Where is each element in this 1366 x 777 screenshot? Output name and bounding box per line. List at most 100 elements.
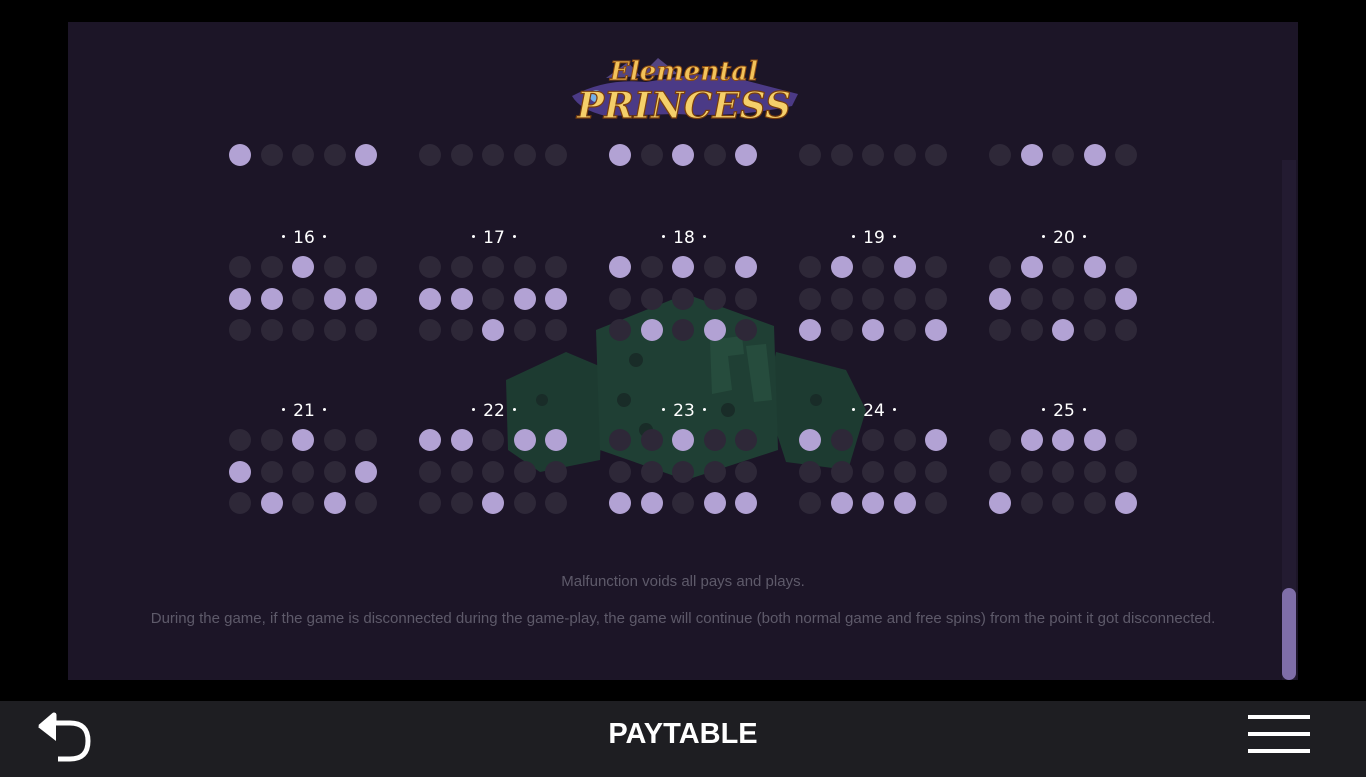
payline-dot-active [1052,319,1074,341]
payline-dot-inactive [323,144,346,166]
payline-17: 17 [419,228,569,368]
payline-dot-active [989,287,1011,310]
payline-dot-active [609,256,631,278]
payline-dot-inactive [292,319,314,341]
payline-dot-inactive [925,492,947,514]
payline-dot-inactive [893,319,916,341]
payline-dot-inactive [703,460,726,483]
payline-dot-active [260,287,283,310]
payline-dot-active [1020,144,1043,166]
payline-number-text: 21 [293,401,315,421]
payline-dot-inactive [355,429,377,451]
payline-dot-inactive [830,460,853,483]
payline-dot-inactive [260,429,283,451]
payline-dot-active [640,492,663,514]
payline-dot-inactive [1052,256,1074,278]
payline-dot-inactive [1115,144,1137,166]
payline-dot-inactive [292,492,314,514]
payline-dot-inactive [545,144,567,166]
payline-dot-inactive [862,287,884,310]
payline-dot-active [229,287,251,310]
payline-dot-inactive [450,460,473,483]
payline-dot-active [703,319,726,341]
malfunction-note: Malfunction voids all pays and plays. [561,573,805,590]
payline-number: 20 [989,228,1139,248]
payline-number: 22 [419,401,569,421]
payline-dot-inactive [862,460,884,483]
payline-dot-inactive [545,492,567,514]
payline-dot-inactive [482,144,504,166]
payline-dot-active [925,319,947,341]
payline-22: 22 [419,401,569,541]
payline-dot-active [1115,287,1137,310]
payline-dot-active [640,319,663,341]
payline-dot-inactive [703,429,726,451]
scrollbar-thumb[interactable] [1282,588,1296,680]
payline-dot-inactive [799,460,821,483]
payline-dot-inactive [260,460,283,483]
payline-dot-inactive [1083,319,1106,341]
payline-number: 16 [229,228,379,248]
payline-dot-inactive [545,319,567,341]
logo-line-2: PRINCESS [576,85,791,127]
payline-number-text: 25 [1053,401,1075,421]
payline-dot-inactive [1083,492,1106,514]
payline-dot-inactive [260,144,283,166]
payline-dot-inactive [419,256,441,278]
payline-dot-inactive [450,492,473,514]
payline-dot-inactive [450,256,473,278]
payline-number-text: 20 [1053,228,1075,248]
disconnect-note: During the game, if the game is disconne… [150,610,1216,627]
payline-dot-inactive [609,460,631,483]
hamburger-menu-icon [1248,715,1310,753]
payline-number: 18 [609,228,759,248]
payline-dot-inactive [323,429,346,451]
payline-dot-inactive [482,460,504,483]
payline-number-text: 16 [293,228,315,248]
payline-dot-inactive [609,287,631,310]
payline-dot-inactive [1052,492,1074,514]
payline-dot-inactive [672,287,694,310]
payline-dot-grid [989,429,1139,529]
payline-dot-active [1052,429,1074,451]
payline-dot-inactive [450,144,473,166]
payline-number-text: 18 [673,228,695,248]
payline-dot-active [419,287,441,310]
payline-dot-active [545,287,567,310]
payline-dot-active [862,319,884,341]
payline-dot-inactive [893,460,916,483]
payline-dot-active [925,429,947,451]
payline-23: 23 [609,401,759,541]
payline-dot-grid [229,256,379,356]
payline-dot-inactive [1020,287,1043,310]
payline-dot-active [355,460,377,483]
payline-dot-inactive [640,460,663,483]
payline-dot-grid [609,429,759,529]
payline-number-text: 23 [673,401,695,421]
payline-dot-inactive [735,429,757,451]
payline-dot-inactive [640,256,663,278]
paylines-partial-row [68,144,1298,173]
payline-dot-inactive [672,492,694,514]
payline-dot-inactive [419,492,441,514]
payline-dot-grid [609,256,759,356]
payline-number: 21 [229,401,379,421]
payline-dot-inactive [735,287,757,310]
bottom-bar: PAYTABLE [0,701,1366,777]
payline-dot-inactive [292,460,314,483]
payline-20: 20 [989,228,1139,368]
payline-dot-inactive [735,460,757,483]
payline-19: 19 [799,228,949,368]
payline-dot-inactive [1083,460,1106,483]
payline-dot-inactive [989,319,1011,341]
payline-dot-inactive [450,319,473,341]
payline-dot-inactive [260,256,283,278]
payline-dot-inactive [672,319,694,341]
payline-dot-active [229,144,251,166]
payline-dot-active [609,492,631,514]
page-title: PAYTABLE [608,718,758,750]
payline-dot-inactive [482,256,504,278]
payline-dot-inactive [609,429,631,451]
menu-button[interactable] [1246,713,1312,757]
payline-dot-inactive [1115,256,1137,278]
